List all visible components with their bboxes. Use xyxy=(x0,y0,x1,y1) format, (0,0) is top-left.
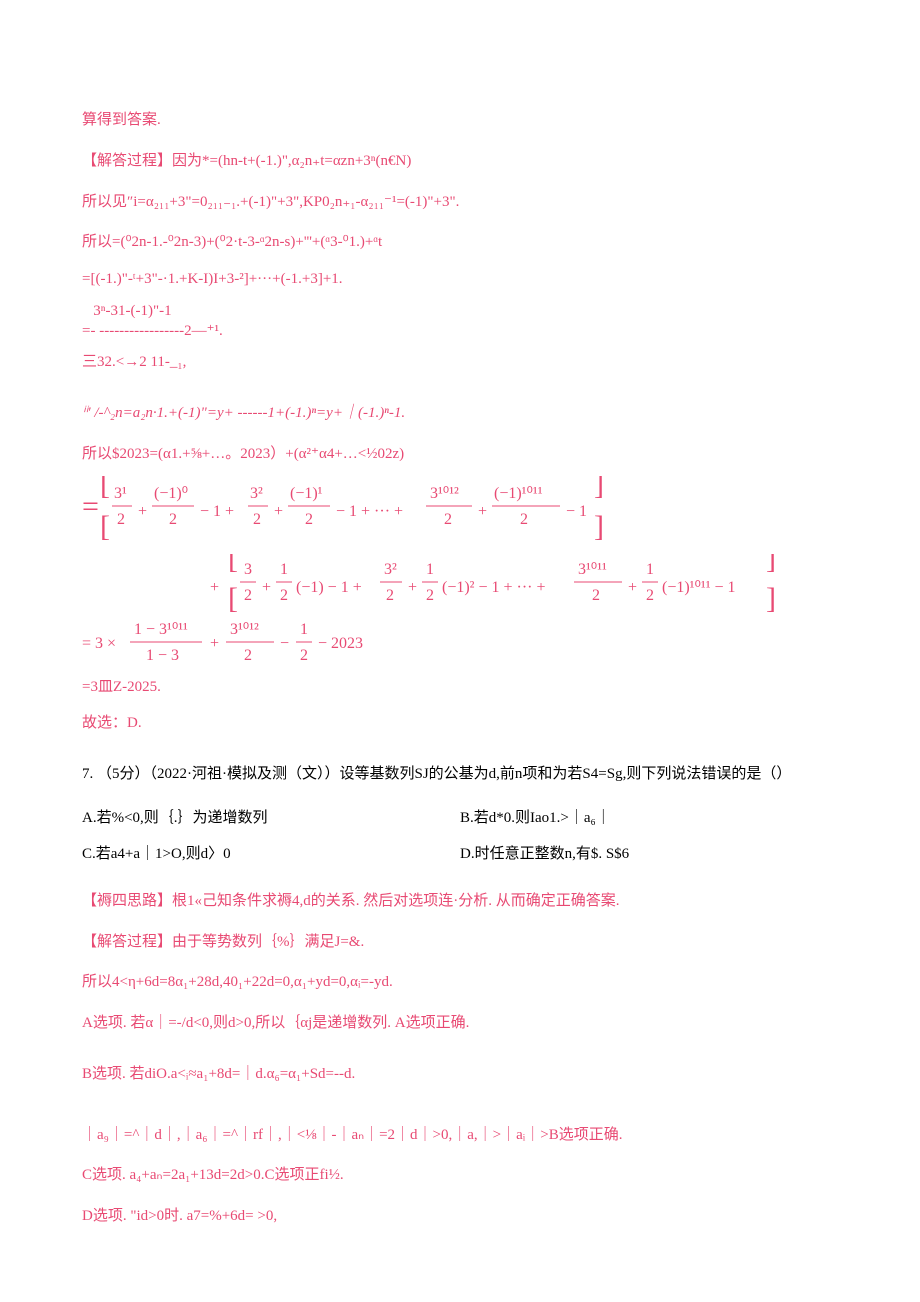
exp-1: 【褥四思路】根1«己知条件求褥4,d的关系. 然后对选项连·分析. 从而确定正确… xyxy=(82,886,838,917)
svg-text:2: 2 xyxy=(520,511,528,528)
svg-text:(−1) − 1 +: (−1) − 1 + xyxy=(296,579,362,596)
q7-option-A: A.若%<0,则｛.｝为递增数列 xyxy=(82,800,460,836)
svg-text:]: ] xyxy=(766,554,776,575)
q7-options: A.若%<0,则｛.｝为递增数列 B.若d*0.则Iao1.>｜a₆｜ C.若a… xyxy=(82,800,838,872)
formula-svg-2: + [ [ 3 2 + 1 2 (−1) − 1 + 3² 2 + 1 2 (−1)² … xyxy=(82,554,842,614)
svg-text:[: [ xyxy=(100,476,110,501)
svg-text:3²: 3² xyxy=(384,561,397,578)
svg-text:1: 1 xyxy=(426,561,434,578)
line-7: 三32.<→2 11-_₁, xyxy=(82,347,838,378)
svg-text:[: [ xyxy=(228,582,238,614)
svg-text:1 − 3: 1 − 3 xyxy=(146,647,179,664)
q7-option-B: B.若d*0.则Iao1.>｜a₆｜ xyxy=(460,800,838,836)
svg-text:− 1 +: − 1 + xyxy=(200,503,234,520)
svg-text:2: 2 xyxy=(426,587,434,604)
svg-text:[: [ xyxy=(100,510,110,543)
svg-text:2: 2 xyxy=(244,587,252,604)
svg-text:[: [ xyxy=(228,554,238,575)
exp-7: C选项. a₄+aₙ=2a₁+13d=2d>0.C选项正fi½. xyxy=(82,1160,838,1191)
svg-text:+: + xyxy=(210,635,219,652)
line-6a: 3ⁿ-31-(-1)"-1 xyxy=(82,301,838,321)
svg-text:2: 2 xyxy=(244,647,252,664)
line-1: 算得到答案. xyxy=(82,105,838,136)
svg-text:2: 2 xyxy=(300,647,308,664)
svg-text:− 2023: − 2023 xyxy=(318,635,363,652)
exp-2: 【解答过程】由于等势数列｛%｝满足J=&. xyxy=(82,927,838,958)
svg-text:3¹: 3¹ xyxy=(114,485,127,502)
svg-text:2: 2 xyxy=(305,511,313,528)
svg-text:1: 1 xyxy=(300,621,308,638)
exp-4: A选项. 若α｜=-/d<0,则d>0,所以｛αj是递增数列. A选项正确. xyxy=(82,1008,838,1039)
svg-text:]: ] xyxy=(594,476,604,501)
svg-text:2: 2 xyxy=(280,587,288,604)
svg-text:+: + xyxy=(274,503,283,520)
svg-text:(−1)¹: (−1)¹ xyxy=(290,485,323,502)
svg-text:(−1)¹⁰¹¹: (−1)¹⁰¹¹ xyxy=(494,485,543,502)
svg-text:2: 2 xyxy=(646,587,654,604)
exp-8: D选项. "id>0时. a7=%+6d= >0, xyxy=(82,1201,838,1232)
line-2: 【解答过程】因为*=(hn-t+(-1.)",α₂n₊t=αzn+3ⁿ(n€N) xyxy=(82,146,838,177)
formula-svg-1: = [ [ 3¹ 2 + (−1)⁰ 2 − 1 + 3² 2 + (−1)¹ 2 − … xyxy=(82,476,782,554)
line-11: 故选：D. xyxy=(82,708,838,739)
line-8: ⁱⁱ′ /-^₂n=a₂n·1.+(-1)"=y+ ------1+(-1.)ⁿ… xyxy=(82,398,838,429)
line-10: =3皿Z-2025. xyxy=(82,672,838,703)
svg-text:= 3 ×: = 3 × xyxy=(82,635,116,652)
svg-text:2: 2 xyxy=(444,511,452,528)
svg-text:3¹⁰¹²: 3¹⁰¹² xyxy=(430,485,459,502)
line-9: 所以$2023=(α1.+⅝+…。2023）+(α²⁺α4+…<½02z) xyxy=(82,439,838,470)
svg-text:+: + xyxy=(478,503,487,520)
svg-text:+: + xyxy=(408,579,417,596)
svg-text:3¹⁰¹²: 3¹⁰¹² xyxy=(230,621,259,638)
svg-text:+: + xyxy=(138,503,147,520)
formula-svg-3: = 3 × 1 − 3¹⁰¹¹ 1 − 3 + 3¹⁰¹² 2 − 1 2 − 202… xyxy=(82,614,502,670)
svg-text:+: + xyxy=(262,579,271,596)
q7-option-D: D.时任意正整数n,有$. S$6 xyxy=(460,836,838,872)
svg-text:2: 2 xyxy=(592,587,600,604)
svg-text:−: − xyxy=(280,635,289,652)
svg-text:(−1)¹⁰¹¹ − 1: (−1)¹⁰¹¹ − 1 xyxy=(662,579,736,596)
svg-text:2: 2 xyxy=(386,587,394,604)
svg-text:+: + xyxy=(628,579,637,596)
line-5: =[(-1.)"-ᵗ+3"-·1.+K-I)I+3-²]+···+(-1.+3]… xyxy=(82,264,838,295)
line-6b: =- -----------------2—⁺¹. xyxy=(82,321,838,341)
q7-option-C: C.若a4+a｜1>O,则d〉0 xyxy=(82,836,460,872)
svg-text:1 − 3¹⁰¹¹: 1 − 3¹⁰¹¹ xyxy=(134,621,188,638)
document-page: 算得到答案. 【解答过程】因为*=(hn-t+(-1.)",α₂n₊t=αzn+… xyxy=(0,0,920,1302)
svg-text:]: ] xyxy=(594,510,604,543)
exp-6: ｜a₉｜=^｜d｜,｜a₆｜=^｜rf｜,｜<⅛｜-｜aₙ｜=2｜d｜>0,｜a… xyxy=(82,1120,838,1151)
line-3: 所以见″i=α₂₁₁+3"=0₂₁₁₋₁.+(-1)"+3",KP0₂n₊₁-α… xyxy=(82,187,838,218)
svg-text:(−1)² − 1 + ··· +: (−1)² − 1 + ··· + xyxy=(442,579,546,596)
svg-text:2: 2 xyxy=(117,511,125,528)
svg-text:(−1)⁰: (−1)⁰ xyxy=(154,485,188,502)
svg-text:3¹⁰¹¹: 3¹⁰¹¹ xyxy=(578,561,607,578)
svg-text:2: 2 xyxy=(253,511,261,528)
exp-5: B选项. 若diO.a<ᵢ≈a₁+8d=｜d.α₆=α₁+Sd=--d. xyxy=(82,1059,838,1090)
svg-text:3²: 3² xyxy=(250,485,263,502)
svg-text:+: + xyxy=(210,579,219,596)
svg-text:]: ] xyxy=(766,582,776,614)
line-4: 所以=(⁰2n-1.-⁰2n-3)+(⁰2·t-3-ᵅ2n-s)+'''+(ᵅ3… xyxy=(82,227,838,258)
svg-text:2: 2 xyxy=(169,511,177,528)
q7-stem: 7. （5分）（2022·河祖·模拟及测（文））设等基数列SJ的公基为d,前n项… xyxy=(82,759,838,790)
exp-3: 所以4<η+6d=8α₁+28d,40₁+22d=0,α₁+yd=0,αᵢ=-y… xyxy=(82,967,838,998)
formula-block-1: = [ [ 3¹ 2 + (−1)⁰ 2 − 1 + 3² 2 + (−1)¹ 2 − … xyxy=(82,476,838,670)
svg-text:1: 1 xyxy=(280,561,288,578)
svg-text:=: = xyxy=(82,490,99,523)
svg-text:− 1: − 1 xyxy=(566,503,587,520)
svg-text:3: 3 xyxy=(244,561,252,578)
svg-text:1: 1 xyxy=(646,561,654,578)
svg-text:− 1 + ··· +: − 1 + ··· + xyxy=(336,503,403,520)
